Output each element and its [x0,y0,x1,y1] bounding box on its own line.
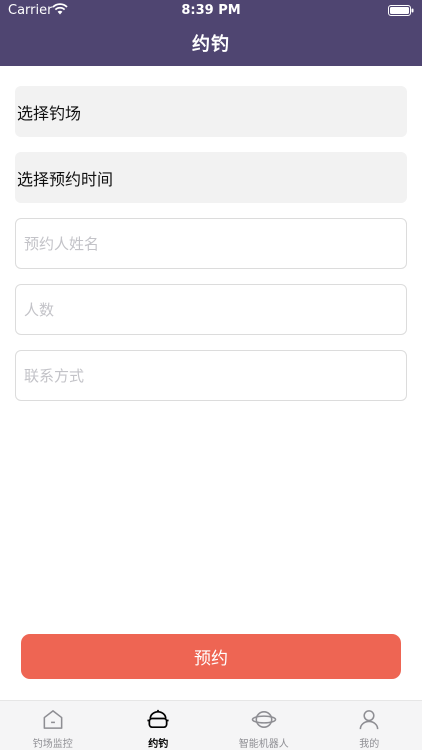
tab-label: 约钓 [148,739,169,750]
time-select[interactable]: 选择预约时间 [15,152,407,203]
home-icon [43,710,63,729]
tab-label: 智能机器人 [238,739,289,750]
planet-icon [251,711,277,728]
contact-input[interactable] [16,351,406,400]
clock: 8:39 PM [181,3,241,18]
battery-icon [388,5,414,16]
count-input[interactable] [16,285,406,334]
tab-label: 我的 [359,739,380,750]
page-title: 约钓 [192,34,230,55]
pot-icon [147,709,169,729]
person-icon [359,710,379,730]
tab-venue-monitor[interactable]: 钓场监控 [0,701,106,750]
tab-fishing-reservation[interactable]: 约钓 [106,701,212,750]
tab-bar: 钓场监控 约钓 智能机器人 我的 [0,700,422,750]
time-select-label: 选择预约时间 [17,169,114,189]
status-bar: Carrier 8:39 PM [0,0,422,22]
name-input[interactable] [16,219,406,268]
tab-label: 钓场监控 [32,739,73,750]
tab-smart-robot[interactable]: 智能机器人 [211,701,317,750]
contact-field-wrapper [15,350,407,401]
tab-my-profile[interactable]: 我的 [317,701,422,750]
name-field-wrapper [15,218,407,269]
venue-select[interactable]: 选择钓场 [15,86,407,137]
reserve-button[interactable]: 预约 [21,634,401,679]
header: Carrier 8:39 PM 约钓 [0,0,422,66]
venue-select-label: 选择钓场 [17,103,82,123]
count-field-wrapper [15,284,407,335]
